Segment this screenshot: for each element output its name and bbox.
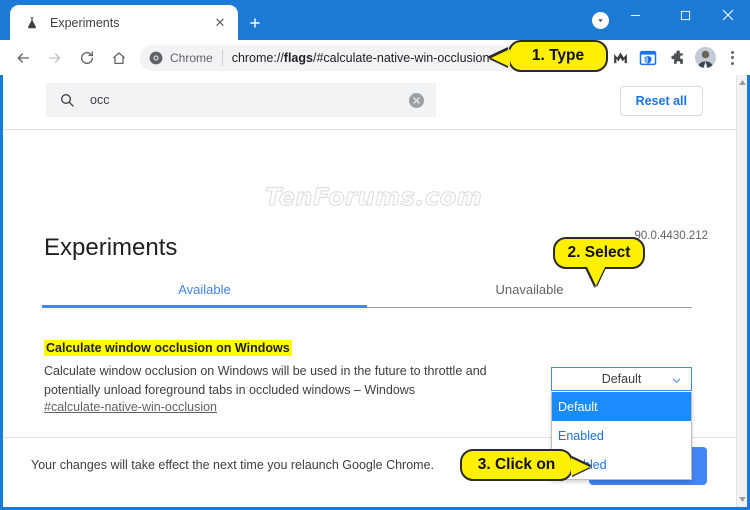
tab-available[interactable]: Available — [42, 271, 367, 307]
callout-tail — [587, 267, 605, 286]
browser-tab-experiments[interactable]: Experiments ✕ — [10, 5, 238, 40]
browser-toolbar: Chrome chrome://flags/#calculate-native-… — [0, 40, 750, 75]
callout-step-3-label: 3. Click on — [477, 456, 556, 473]
chevron-down-icon — [671, 373, 682, 391]
forward-arrow-icon — [41, 44, 69, 72]
window-close-button[interactable] — [705, 0, 750, 30]
select-option-enabled[interactable]: Enabled — [552, 421, 691, 450]
callout-step-1-label: 1. Type — [531, 47, 585, 64]
page-title: Experiments — [44, 234, 178, 262]
chrome-version: 90.0.4430.212 — [634, 230, 708, 242]
reload-icon[interactable] — [73, 44, 101, 72]
select-selected-value: Default — [601, 372, 642, 386]
search-box[interactable] — [46, 83, 436, 117]
reset-all-button[interactable]: Reset all — [619, 86, 703, 116]
scroll-up-arrow-icon[interactable] — [737, 76, 747, 89]
callout-tail — [491, 49, 510, 67]
omnibox-scheme-label: Chrome — [170, 50, 213, 65]
url-bold-segment: flags — [283, 50, 313, 65]
callout-step-3: 3. Click on — [460, 449, 590, 481]
close-icon[interactable]: ✕ — [208, 11, 232, 35]
search-icon — [59, 92, 76, 109]
avatar[interactable] — [695, 47, 716, 68]
tab-unavailable[interactable]: Unavailable — [367, 271, 692, 307]
scroll-down-arrow-icon[interactable] — [737, 493, 747, 506]
active-tab-indicator — [42, 305, 367, 308]
select-option-default[interactable]: Default — [552, 392, 691, 421]
search-input[interactable] — [88, 92, 409, 108]
home-icon[interactable] — [105, 44, 133, 72]
url-suffix: /#calculate-native-win-occlusion — [312, 50, 490, 65]
experiment-title: Calculate window occlusion on Windows — [44, 340, 292, 356]
site-watermark: TenForums.com — [264, 182, 483, 211]
callout-step-2: 2. Select — [553, 237, 645, 286]
security-extension-icon[interactable] — [635, 45, 661, 71]
callout-step-2-label: 2. Select — [567, 244, 631, 261]
clear-search-icon[interactable] — [409, 92, 424, 108]
tab-strip: Experiments ✕ — [0, 0, 750, 40]
flask-icon — [23, 14, 40, 31]
malwarebytes-icon[interactable] — [607, 45, 633, 71]
callout-step-1: 1. Type — [491, 40, 608, 72]
chrome-icon — [149, 51, 163, 65]
url-prefix: chrome:// — [231, 50, 284, 65]
tab-title: Experiments — [50, 15, 120, 30]
puzzle-icon[interactable] — [663, 45, 689, 71]
back-arrow-icon[interactable] — [9, 44, 37, 72]
experiment-description: Calculate window occlusion on Windows wi… — [44, 364, 487, 397]
three-dot-menu-icon[interactable] — [720, 45, 744, 71]
omnibox-divider — [221, 49, 223, 66]
tab-search-icon[interactable] — [592, 12, 609, 29]
experiment-anchor-link[interactable]: #calculate-native-win-occlusion — [44, 400, 217, 414]
chrome-browser-window: Experiments ✕ Chrome chrome://flags/#cal… — [0, 0, 750, 510]
new-tab-button[interactable] — [242, 10, 268, 36]
search-row: Reset all — [3, 75, 747, 130]
experiment-select[interactable]: Default — [551, 367, 692, 391]
flags-page: Reset all TenForums.com Experiments 90.0… — [3, 75, 747, 507]
relaunch-message: Your changes will take effect the next t… — [31, 458, 435, 472]
page-scrollbar[interactable] — [736, 75, 747, 507]
callout-tail — [571, 458, 590, 476]
maximize-button[interactable] — [662, 0, 708, 30]
minimize-button[interactable] — [612, 0, 658, 30]
